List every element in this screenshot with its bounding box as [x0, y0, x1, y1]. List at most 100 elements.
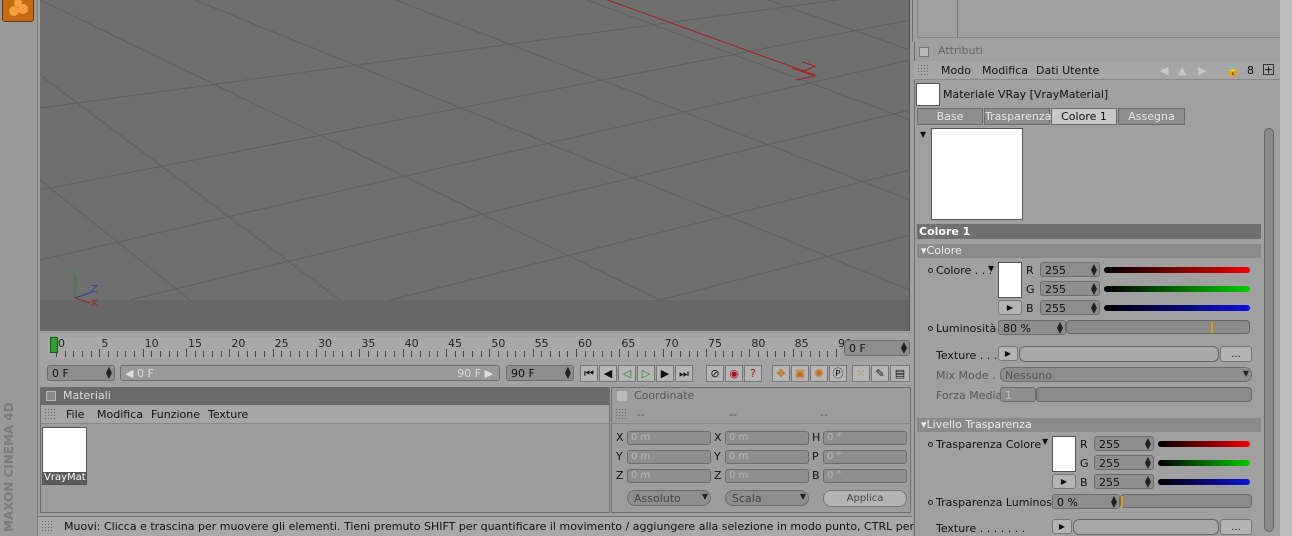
tab-assegna[interactable]: Assegna [1118, 108, 1185, 125]
timeline-ruler[interactable]: 051015202530354045505560657075808590 [48, 337, 852, 359]
new-panel-icon[interactable]: + [1263, 64, 1274, 75]
size-x-field[interactable]: 0 m [725, 431, 809, 445]
record-button[interactable]: ◉ [725, 365, 743, 382]
trasp-lum-label: Trasparenza Luminosità [928, 496, 1066, 509]
menu-modo[interactable]: Modo [941, 64, 971, 77]
colore-swatch[interactable] [998, 262, 1022, 298]
menu-modifica-attr[interactable]: Modifica [982, 64, 1028, 77]
tb-slider[interactable] [1158, 479, 1250, 485]
trasp-lum-thumb[interactable] [1121, 496, 1123, 507]
g-slider[interactable] [1104, 286, 1250, 292]
colore-dropdown-icon[interactable]: ▼ [988, 264, 994, 273]
rot-h-field[interactable]: 0 ° [823, 431, 907, 445]
nav-up-icon[interactable]: ▲ [1178, 64, 1186, 77]
key-settings-button[interactable]: ▤ [890, 365, 910, 382]
nav-back-icon[interactable]: ◀ [1160, 64, 1168, 77]
end-frame-field[interactable]: 90 F ▲ ▼ [506, 365, 574, 381]
trasp-lum-field[interactable]: 0 % ▲ ▼ [1052, 494, 1120, 509]
rotate-key-button[interactable]: ✺ [810, 365, 828, 382]
tr-slider[interactable] [1158, 441, 1250, 447]
ruler-tick [498, 351, 499, 357]
texture-field[interactable] [1019, 346, 1219, 362]
menu-dati-utente[interactable]: Dati Utente [1036, 64, 1099, 77]
pos-z-field[interactable]: 0 m [627, 469, 711, 483]
panel-toggle-icon[interactable] [919, 47, 929, 57]
apply-button[interactable]: Applica [823, 490, 907, 507]
r-field[interactable]: 255 ▲ ▼ [1040, 262, 1100, 277]
luminosita-slider[interactable] [1066, 320, 1250, 334]
texture2-expand-button[interactable]: ▶ [1052, 519, 1072, 534]
move-key-button[interactable]: ✥ [772, 365, 790, 382]
go-start-button[interactable]: ⏮ [580, 365, 598, 382]
tg-field[interactable]: 255 ▲ ▼ [1094, 455, 1154, 470]
mixmode-select[interactable]: Nessuno ▼ [1000, 367, 1252, 382]
tb-field[interactable]: 255 ▲ ▼ [1094, 474, 1154, 489]
step-forward-button[interactable]: ▶ [656, 365, 674, 382]
tab-colore-1[interactable]: Colore 1 [1051, 108, 1117, 125]
preview-collapse-icon[interactable]: ▼ [920, 130, 926, 139]
tab-trasparenza[interactable]: Trasparenza [984, 108, 1051, 125]
axis-x-label: X [91, 298, 98, 309]
start-frame-field[interactable]: 0 F ▲ ▼ [47, 365, 115, 381]
pos-y-field[interactable]: 0 m [627, 450, 711, 464]
rot-b-field[interactable]: 0 ° [823, 469, 907, 483]
g-field[interactable]: 255 ▲ ▼ [1040, 281, 1100, 296]
b-field[interactable]: 255 ▲ ▼ [1040, 300, 1100, 315]
menu-funzione[interactable]: Funzione [151, 408, 200, 421]
ruler-tick [524, 351, 525, 357]
texture-expand-button[interactable]: ▶ [998, 346, 1018, 361]
texture2-browse-button[interactable]: ... [1220, 519, 1252, 535]
r-slider[interactable] [1104, 267, 1250, 273]
current-frame-field[interactable]: 0 F ▲ ▼ [844, 340, 910, 356]
trasp-lum-slider[interactable] [1120, 494, 1252, 508]
pla-key-button[interactable]: ✎ [871, 365, 889, 382]
tg-slider[interactable] [1158, 460, 1250, 466]
materials-titlebar: Materiali [41, 388, 609, 405]
axis-z-label: Z [91, 284, 98, 295]
texture2-field[interactable] [1073, 519, 1219, 535]
trasp-dropdown-icon[interactable]: ▼ [1042, 437, 1048, 446]
material-thumb[interactable]: VrayMate [42, 427, 87, 485]
b-slider[interactable] [1104, 305, 1250, 311]
texture-browse-button[interactable]: ... [1220, 346, 1252, 362]
pos-x-field[interactable]: 0 m [627, 431, 711, 445]
autokey-button[interactable]: ? [744, 365, 762, 382]
material-preview-large [931, 128, 1023, 220]
link-icon[interactable]: 8 [1247, 64, 1254, 77]
menu-modifica[interactable]: Modifica [97, 408, 143, 421]
record-keyframe-button[interactable]: ⊘ [706, 365, 724, 382]
size-z-field[interactable]: 0 m [725, 469, 809, 483]
param-key-button[interactable]: Ⓟ [829, 365, 847, 382]
luminosita-thumb[interactable] [1211, 322, 1213, 333]
range-slider[interactable]: ◀ 0 F 90 F ▶ [120, 365, 500, 381]
group-livello-trasparenza[interactable]: ▾Livello Trasparenza [917, 418, 1261, 432]
object-tool-button[interactable] [2, 0, 34, 22]
size-y-field[interactable]: 0 m [725, 450, 809, 464]
timeline-playhead[interactable] [50, 337, 58, 353]
attributes-titlebar: Attributi [914, 43, 1280, 60]
luminosita-field[interactable]: 80 % ▲ ▼ [998, 320, 1066, 335]
lock-icon[interactable]: 🔓 [1226, 64, 1240, 77]
menu-file[interactable]: File [66, 408, 84, 421]
go-end-button[interactable]: ⏭ [675, 365, 693, 382]
coord-mode-select[interactable]: Assoluto ▼ [627, 490, 711, 506]
play-button[interactable]: ▷ [637, 365, 655, 382]
step-back-button[interactable]: ◀ [599, 365, 617, 382]
trasp-picker-button[interactable]: ▶ [1052, 474, 1076, 489]
trasp-colore-swatch[interactable] [1052, 436, 1076, 472]
color-picker-button[interactable]: ▶ [998, 300, 1022, 315]
attributes-scrollbar[interactable] [1264, 128, 1274, 532]
scale-key-button[interactable]: ▣ [791, 365, 809, 382]
forza-field[interactable]: 1 [1000, 387, 1036, 402]
tab-base[interactable]: Base [917, 108, 983, 125]
nav-forward-icon[interactable]: ▶ [1198, 64, 1206, 77]
forza-slider[interactable] [1036, 387, 1252, 402]
tr-field[interactable]: 255 ▲ ▼ [1094, 436, 1154, 451]
rot-p-field[interactable]: 0 ° [823, 450, 907, 464]
points-key-button[interactable]: ⁙ [852, 365, 870, 382]
3d-viewport[interactable]: Y Z X [40, 0, 910, 331]
menu-texture[interactable]: Texture [208, 408, 248, 421]
play-back-button[interactable]: ◁ [618, 365, 636, 382]
group-colore[interactable]: ▾Colore [917, 244, 1261, 258]
coord-scale-select[interactable]: Scala ▼ [725, 490, 809, 506]
